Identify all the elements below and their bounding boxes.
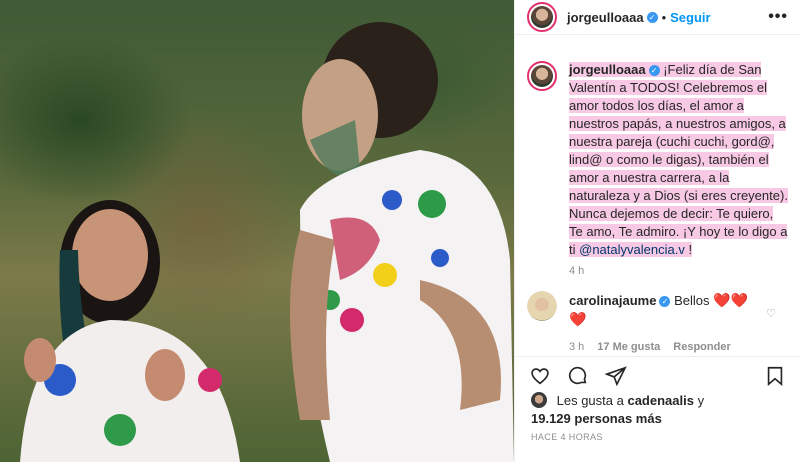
comment-text: carolinajaume ✓ Bellos ❤️❤️ ❤️: [569, 291, 769, 329]
action-bar: [515, 356, 800, 395]
comment: carolinajaume ✓ Bellos ❤️❤️ ❤️ ♡: [515, 277, 800, 329]
photo-illustration: [20, 22, 514, 462]
liker-username[interactable]: cadenaalis: [627, 393, 694, 408]
verified-icon: ✓: [659, 296, 671, 307]
heart-icon[interactable]: [529, 365, 551, 387]
caption-avatar[interactable]: [527, 61, 557, 91]
caption-text: jorgeulloaaa ✓ ¡Feliz día de San Valentín…: [569, 61, 788, 259]
verified-icon: ✓: [648, 65, 660, 76]
post-header: jorgeulloaaa ✓ • Seguir •••: [515, 0, 800, 35]
post-side-panel: jorgeulloaaa ✓ • Seguir ••• jorgeulloaaa…: [514, 0, 800, 462]
commenter-username[interactable]: carolinajaume: [569, 293, 656, 308]
likes-prefix: Les gusta a: [556, 393, 624, 408]
comment-body: Bellos: [674, 293, 710, 308]
comment-likes[interactable]: 17 Me gusta: [597, 341, 660, 353]
separator-dot: •: [661, 9, 667, 25]
caption-body: ¡Feliz día de San Valentín a TODOS! Cele…: [569, 62, 788, 257]
likes-and: y: [697, 393, 705, 408]
caption-mention[interactable]: @natalyvalencia.v: [579, 242, 685, 257]
likes-count[interactable]: 19.129 personas más: [531, 411, 662, 426]
post-age: HACE 4 HORAS: [531, 432, 603, 442]
caption: jorgeulloaaa ✓ ¡Feliz día de San Valentín…: [515, 35, 800, 259]
liker-avatar[interactable]: [531, 392, 547, 408]
caption-username[interactable]: jorgeulloaaa: [569, 62, 646, 77]
author-avatar[interactable]: [527, 2, 557, 32]
comment-icon[interactable]: [567, 365, 589, 387]
commenter-avatar[interactable]: [527, 291, 557, 321]
verified-icon: ✓: [646, 11, 658, 23]
author-username[interactable]: jorgeulloaaa: [567, 10, 644, 25]
comment-heart: ❤️: [569, 311, 587, 327]
comment-like-icon[interactable]: ♡: [766, 307, 776, 320]
more-options-icon[interactable]: •••: [768, 8, 788, 26]
comment-meta: 3 h 17 Me gusta Responder: [569, 341, 800, 353]
comment-hearts: ❤️❤️: [713, 292, 748, 308]
post-photo[interactable]: [0, 0, 514, 462]
share-icon[interactable]: [605, 365, 627, 387]
follow-button[interactable]: Seguir: [670, 10, 710, 25]
comment-time: 3 h: [569, 341, 585, 353]
reply-button[interactable]: Responder: [673, 341, 730, 353]
likes-summary: Les gusta a cadenaalis y 19.129 personas…: [531, 392, 704, 428]
caption-time: 4 h: [569, 265, 585, 277]
caption-end: !: [684, 242, 693, 257]
bookmark-icon[interactable]: [764, 365, 786, 387]
